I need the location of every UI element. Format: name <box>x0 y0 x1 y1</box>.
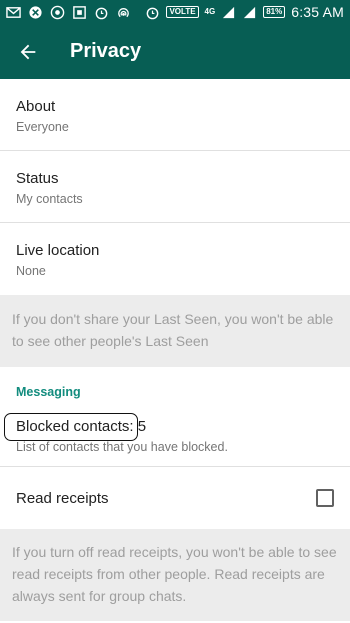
read-receipts-checkbox[interactable] <box>316 489 334 507</box>
read-receipts-note: If you turn off read receipts, you won't… <box>0 529 350 621</box>
alarm-icon <box>145 5 160 20</box>
setting-status[interactable]: Status My contacts <box>0 151 350 223</box>
signal-icon <box>221 5 236 20</box>
status-bar: VOLTE 4G 81% 6:35 AM <box>0 0 350 24</box>
alarm-icon <box>94 5 109 20</box>
signal-icon <box>242 5 257 20</box>
hotspot-icon <box>116 5 131 20</box>
privacy-settings-list: About Everyone Status My contacts Live l… <box>0 79 350 621</box>
setting-about-value: Everyone <box>16 120 69 134</box>
arrow-left-icon <box>20 44 36 59</box>
volte-badge: VOLTE <box>166 6 199 18</box>
back-button[interactable] <box>0 24 56 79</box>
setting-status-title: Status <box>16 170 59 187</box>
last-seen-note: If you don't share your Last Seen, you w… <box>0 295 350 367</box>
network-type: 4G <box>204 7 216 16</box>
setting-about-title: About <box>16 98 56 115</box>
setting-status-value: My contacts <box>16 192 83 206</box>
chrome-icon <box>50 5 65 20</box>
messaging-section-header: Messaging <box>16 385 81 399</box>
highlight-annotation <box>4 413 138 441</box>
setting-live-location[interactable]: Live location None <box>0 223 350 295</box>
setting-read-receipts[interactable]: Read receipts <box>0 467 350 529</box>
setting-live-location-title: Live location <box>16 242 100 259</box>
app-icon <box>28 5 43 20</box>
read-receipts-label: Read receipts <box>16 489 109 507</box>
setting-live-location-value: None <box>16 264 46 278</box>
battery-icon: 81% <box>263 6 286 18</box>
app-toolbar: Privacy <box>0 24 350 79</box>
setting-blocked-contacts[interactable]: Blocked contacts: 5 List of contacts tha… <box>0 405 350 467</box>
page-title: Privacy <box>70 40 142 62</box>
screenshot-icon <box>72 5 87 20</box>
status-time: 6:35 AM <box>291 4 344 20</box>
gmail-icon <box>6 5 21 20</box>
setting-about[interactable]: About Everyone <box>0 79 350 151</box>
